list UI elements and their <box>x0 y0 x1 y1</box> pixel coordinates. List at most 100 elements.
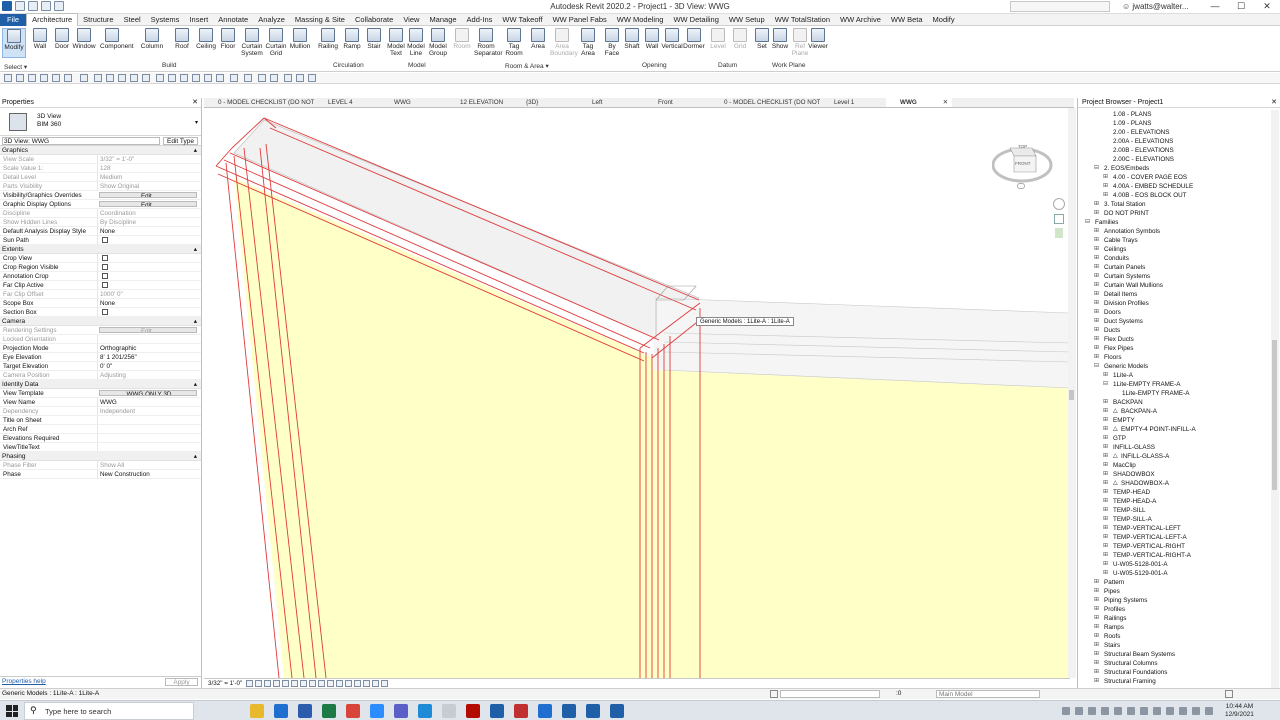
browser-item-2-eos-embeds[interactable]: ⊟ 2. EOS/Embeds <box>1078 164 1274 173</box>
file-explorer-icon[interactable] <box>250 704 264 718</box>
stair-button[interactable]: Stair <box>362 28 386 50</box>
toolbar-tool-21-icon[interactable] <box>270 74 278 82</box>
canvas-vertical-scrollbar[interactable] <box>1068 108 1076 678</box>
property-edit-button[interactable]: Edit... <box>99 201 197 207</box>
modify-button[interactable]: Modify <box>2 28 26 58</box>
browser-item-temp-sill-a[interactable]: ⊞ TEMP-SILL-A <box>1078 515 1274 524</box>
browser-item-generic-models[interactable]: ⊟ Generic Models <box>1078 362 1274 371</box>
browser-item-macclip[interactable]: ⊞ MacClip <box>1078 461 1274 470</box>
expand-icon[interactable]: ⊞ <box>1103 506 1108 515</box>
view-control-14-icon[interactable] <box>372 680 379 687</box>
ceiling-button[interactable]: Ceiling <box>194 28 218 50</box>
toolbar-tool-5-icon[interactable] <box>64 74 72 82</box>
browser-item-ramps[interactable]: ⊞ Ramps <box>1078 623 1274 632</box>
tab-massing-site[interactable]: Massing & Site <box>290 14 350 26</box>
property-value[interactable]: New Construction <box>97 470 201 478</box>
design-option-select[interactable]: Main Model <box>936 690 1040 698</box>
expand-icon[interactable]: ⊞ <box>1094 245 1099 254</box>
view-tab-0-model-checklist-do-not-pr[interactable]: 0 - MODEL CHECKLIST (DO NOT PR... <box>710 98 820 107</box>
expand-icon[interactable]: ⊞ <box>1094 677 1099 686</box>
tab-manage[interactable]: Manage <box>424 14 461 26</box>
view-tab-level-1[interactable]: Level 1 <box>820 98 886 107</box>
collapse-icon[interactable]: ⊟ <box>1103 380 1108 389</box>
property-value[interactable] <box>97 236 201 244</box>
expand-icon[interactable]: ⊞ <box>1103 434 1108 443</box>
room-separator-button[interactable]: Room Separator <box>474 28 503 57</box>
browser-item-railings[interactable]: ⊞ Railings <box>1078 614 1274 623</box>
expand-icon[interactable]: ⊞ <box>1094 308 1099 317</box>
collapse-icon[interactable]: ▴ <box>194 146 197 155</box>
toolbar-tool-13-icon[interactable] <box>168 74 176 82</box>
browser-item-pipes[interactable]: ⊞ Pipes <box>1078 587 1274 596</box>
browser-item-flex-pipes[interactable]: ⊞ Flex Pipes <box>1078 344 1274 353</box>
expand-icon[interactable]: ⊞ <box>1103 461 1108 470</box>
browser-item-4-00a-embed-schedule[interactable]: ⊞ 4.00A - EMBED SCHEDULE <box>1078 182 1274 191</box>
browser-item-ducts[interactable]: ⊞ Ducts <box>1078 326 1274 335</box>
workset-select[interactable] <box>780 690 880 698</box>
view-control-11-icon[interactable] <box>345 680 352 687</box>
toolbar-tool-3-icon[interactable] <box>40 74 48 82</box>
vertical-button[interactable]: Vertical <box>660 28 684 50</box>
onedrive-icon[interactable] <box>442 704 456 718</box>
tray-3-icon[interactable] <box>1101 707 1109 715</box>
expand-icon[interactable]: ⊞ <box>1094 281 1099 290</box>
browser-item-shadowbox-a[interactable]: ⊞ △ SHADOWBOX-A <box>1078 479 1274 488</box>
browser-item-shadowbox[interactable]: ⊞ SHADOWBOX <box>1078 470 1274 479</box>
browser-item-backpan[interactable]: ⊞ BACKPAN <box>1078 398 1274 407</box>
expand-icon[interactable]: ⊞ <box>1103 173 1108 182</box>
view-control-15-icon[interactable] <box>381 680 388 687</box>
3d-model-view[interactable] <box>204 108 1070 678</box>
browser-item-conduits[interactable]: ⊞ Conduits <box>1078 254 1274 263</box>
tab-insert[interactable]: Insert <box>184 14 213 26</box>
collapse-icon[interactable]: ▴ <box>194 380 197 389</box>
browser-item-division-profiles[interactable]: ⊞ Division Profiles <box>1078 299 1274 308</box>
toolbar-tool-1-icon[interactable] <box>16 74 24 82</box>
view-control-13-icon[interactable] <box>363 680 370 687</box>
property-value[interactable] <box>97 254 201 262</box>
tray-7-icon[interactable] <box>1153 707 1161 715</box>
property-edit-button[interactable]: WWG ONLY 3D <box>99 390 197 396</box>
expand-icon[interactable]: ⊞ <box>1094 299 1099 308</box>
scrollbar-thumb[interactable] <box>1272 340 1277 490</box>
expand-icon[interactable]: ⊞ <box>1103 497 1108 506</box>
tab-ww-takeoff[interactable]: WW Takeoff <box>497 14 547 26</box>
expand-icon[interactable]: ⊞ <box>1094 209 1099 218</box>
expand-icon[interactable]: ⊞ <box>1103 443 1108 452</box>
floor-button[interactable]: Floor <box>216 28 240 50</box>
curtain-grid-button[interactable]: Curtain Grid <box>264 28 288 57</box>
browser-item-infill-glass[interactable]: ⊞ INFILL-GLASS <box>1078 443 1274 452</box>
toolbar-tool-9-icon[interactable] <box>118 74 126 82</box>
level-button[interactable]: Level <box>706 28 730 50</box>
snip-icon[interactable] <box>538 704 552 718</box>
collapse-icon[interactable]: ⊟ <box>1085 218 1090 227</box>
browser-item-temp-vertical-left-a[interactable]: ⊞ TEMP-VERTICAL-LEFT-A <box>1078 533 1274 542</box>
toolbar-tool-6-icon[interactable] <box>80 74 88 82</box>
expand-icon[interactable]: ⊞ <box>1094 578 1099 587</box>
expand-icon[interactable]: ⊞ <box>1094 614 1099 623</box>
scrollbar-thumb[interactable] <box>1069 390 1074 400</box>
browser-item-4-00b-eos-block-out[interactable]: ⊞ 4.00B - EOS BLOCK OUT <box>1078 191 1274 200</box>
toolbar-tool-15-icon[interactable] <box>192 74 200 82</box>
browser-item-4-00-cover-page-eos[interactable]: ⊞ 4.00 - COVER PAGE EOS <box>1078 173 1274 182</box>
collapse-icon[interactable]: ▴ <box>194 317 197 326</box>
collapse-icon[interactable]: ⊟ <box>1094 362 1099 371</box>
toolbar-tool-20-icon[interactable] <box>258 74 266 82</box>
toolbar-tool-10-icon[interactable] <box>130 74 138 82</box>
browser-item-backpan-a[interactable]: ⊞ △ BACKPAN-A <box>1078 407 1274 416</box>
browser-item-3-total-station[interactable]: ⊞ 3. Total Station <box>1078 200 1274 209</box>
browser-item-temp-vertical-left[interactable]: ⊞ TEMP-VERTICAL-LEFT <box>1078 524 1274 533</box>
revit-icon-2[interactable] <box>562 704 576 718</box>
toolbar-tool-16-icon[interactable] <box>204 74 212 82</box>
expand-icon[interactable]: ⊞ <box>1103 479 1108 488</box>
apply-button[interactable]: Apply <box>165 678 198 686</box>
properties-help-link[interactable]: Properties help <box>2 678 46 685</box>
tab-ww-setup[interactable]: WW Setup <box>724 14 770 26</box>
browser-item-1-08-plans[interactable]: 1.08 - PLANS <box>1078 110 1274 119</box>
view-tab-wwg[interactable]: WWG ✕ <box>886 98 952 107</box>
revit-icon-4[interactable] <box>610 704 624 718</box>
browser-item-ceilings[interactable]: ⊞ Ceilings <box>1078 245 1274 254</box>
model-line-button[interactable]: Model Line <box>404 28 428 57</box>
view-control-8-icon[interactable] <box>318 680 325 687</box>
minimize-button[interactable]: — <box>1202 0 1228 13</box>
property-value[interactable]: WWG <box>97 398 201 406</box>
